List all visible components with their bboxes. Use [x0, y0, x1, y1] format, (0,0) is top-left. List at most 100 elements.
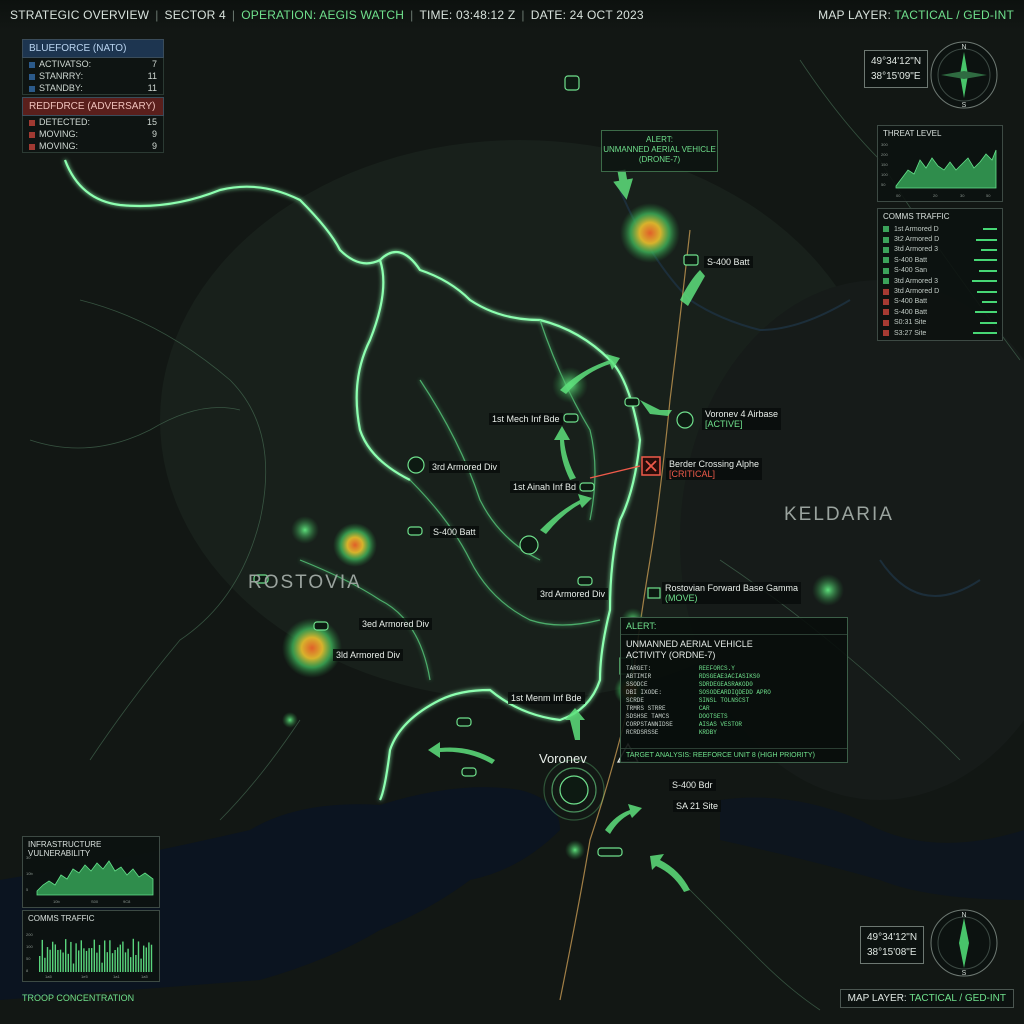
- comms-traffic-bar: [85, 950, 88, 972]
- longitude-readout: 38°15'08"E: [867, 947, 917, 958]
- map-label-inf-bottom[interactable]: 1st Menm Inf Bde: [508, 692, 585, 704]
- uav-alert-row: CORPSTANNIDSE AISAS VESTOR: [626, 721, 777, 729]
- comms-row-bar: [977, 290, 997, 293]
- threat-ytick: 200: [881, 152, 888, 157]
- uav-alert-key: CORPSTANNIDSE: [626, 721, 673, 728]
- comms-traffic-bar: [124, 952, 127, 972]
- comms-traffic-bar: [57, 949, 59, 972]
- redforce-row-label: MOVING:: [39, 141, 79, 151]
- comms-traffic-row: 3td Armored 3: [878, 245, 1002, 255]
- sector-label: SECTOR 4: [164, 8, 226, 22]
- region-rostovia: ROSTOVIA: [248, 572, 362, 593]
- comms-traffic-panel-left: COMMS TRAFFIC 200 100 50 8 1a5 1e5 1a1 1…: [22, 910, 160, 982]
- region-keldaria: KELDARIA: [784, 504, 894, 525]
- map-label-s400-bottom[interactable]: S-400 Bdr: [669, 779, 716, 791]
- compass-icon[interactable]: N S: [929, 908, 999, 978]
- map-label-armored-mid[interactable]: 3rd Armored Div: [537, 588, 609, 600]
- comms-traffic-bar: [88, 948, 90, 972]
- threat-ytick: 50: [881, 182, 886, 187]
- comms-row-swatch: [883, 319, 889, 326]
- drone-alert-line2: (DRONE-7): [638, 155, 681, 164]
- comms-traffic-bar: [46, 947, 49, 972]
- uav-alert-value: AISAS VESTOR: [698, 721, 743, 728]
- map-layer-footer[interactable]: MAP LAYER: TACTICAL / GED-INT: [839, 989, 1014, 1008]
- border-crossing-name: Berder Crossing Alphe: [669, 459, 760, 469]
- comms-row-label: 3td Armored 3: [894, 277, 938, 285]
- map-label-s400-top[interactable]: S-400 Batt: [704, 256, 753, 268]
- comms-traffic-row: S-400 Batt: [878, 255, 1002, 265]
- map-label-airbase[interactable]: Voronev 4 Airbase [ACTIVE]: [702, 408, 782, 430]
- comms-row-bar: [976, 238, 997, 241]
- comms-traffic-bar: [132, 938, 134, 972]
- compass-north-label: N: [961, 44, 966, 51]
- infra-xtick: 10b: [53, 899, 60, 904]
- uav-alert-title: UNMANNED AERIAL VEHICLE ACTIVITY (ORDNE-…: [621, 635, 847, 665]
- comms-row-swatch: [883, 236, 889, 243]
- force-status-panel: BLUEFORCE (NATO) ACTIVATSO: 7 STANRRY: 11 …: [22, 39, 164, 153]
- threat-ytick: 100: [881, 172, 888, 177]
- blueforce-row-value: 7: [151, 59, 157, 69]
- comms-left-xtick: 1a5: [45, 974, 52, 979]
- map-label-forward-base[interactable]: Rostovian Forward Base Gamma (MOVE): [662, 582, 802, 604]
- comms-row-label: 1st Armored D: [894, 225, 939, 233]
- infra-xtick: 9C8: [123, 899, 131, 904]
- comms-traffic-bar: [59, 949, 62, 972]
- map-label-s400-mid[interactable]: S-400 Batt: [430, 526, 479, 538]
- map-label-border-crossing[interactable]: Berder Crossing Alphe [CRITICAL]: [666, 458, 763, 480]
- map-label-mech-inf[interactable]: 1st Mech Inf Bde: [489, 413, 563, 425]
- comms-row-label: S-400 Batt: [894, 256, 928, 264]
- troop-concentration-label: TROOP CONCENTRATION: [22, 993, 135, 1003]
- comms-row-swatch: [883, 309, 889, 316]
- coordinates-readout-top: 49°34'12"N 38°15'09"E: [864, 50, 929, 88]
- comms-traffic-bar: [101, 962, 103, 972]
- infrastructure-vulnerability-panel: INFRASTRUCTURE VULNERABILITY 30 10b 5 10…: [22, 836, 160, 908]
- map-layer-selector[interactable]: MAP LAYER: TACTICAL / GED-INT: [818, 8, 1014, 22]
- comms-traffic-bar: [127, 948, 129, 972]
- comms-traffic-bar: [148, 942, 150, 972]
- threat-level-area: [895, 149, 997, 189]
- redforce-row: MOVING: 9: [22, 140, 164, 153]
- compass-south-label: S: [962, 970, 967, 977]
- redforce-row-label: MOVING:: [39, 129, 79, 139]
- map-label-armored-b[interactable]: 3ld Armored Div: [333, 649, 404, 661]
- comms-traffic-bar: [130, 957, 132, 972]
- map-label-armored-top[interactable]: 3rd Armored Div: [429, 461, 501, 473]
- redforce-row-label: DETECTED:: [39, 117, 91, 127]
- time-label: TIME: 03:48:12 Z: [419, 8, 516, 22]
- map-layer-value: TACTICAL / GED-INT: [909, 993, 1006, 1004]
- blueforce-row: STANRRY: 11: [22, 70, 164, 82]
- threat-xtick: 20: [933, 193, 938, 198]
- comms-row-swatch: [883, 246, 889, 253]
- comms-traffic-bar: [62, 952, 64, 972]
- comms-left-xtick: 1e5: [81, 974, 88, 979]
- blueforce-row-value: 11: [147, 83, 157, 93]
- map-layer-prefix: MAP LAYER:: [818, 8, 892, 22]
- uav-alert-value: RDSGEAE3ACIASIKS0: [698, 673, 761, 680]
- compass-icon[interactable]: N S: [929, 40, 999, 110]
- blueforce-row-label: STANDBY:: [39, 83, 83, 93]
- drone-alert-callout[interactable]: ALERT: UNMANNED AERIAL VEHICLE (DRONE-7): [601, 130, 718, 172]
- map-layer-value: TACTICAL / GED-INT: [894, 8, 1014, 22]
- comms-traffic-bar: [65, 939, 67, 972]
- uav-alert-panel[interactable]: ALERT: UNMANNED AERIAL VEHICLE ACTIVITY …: [620, 617, 848, 763]
- comms-traffic-bar: [109, 940, 111, 972]
- latitude-readout: 49°34'12"N: [871, 56, 922, 67]
- uav-alert-row: RCRDSRSSE KRDBY: [626, 729, 777, 737]
- map-label-sa21[interactable]: SA 21 Site: [673, 800, 722, 812]
- uav-alert-row: ABTIMIR RDSGEAE3ACIASIKS0: [626, 673, 777, 681]
- map-label-armored-a[interactable]: 3ed Armored Div: [359, 618, 433, 630]
- comms-row-swatch: [883, 330, 889, 337]
- comms-row-swatch: [883, 267, 889, 274]
- map-label-inf-bde[interactable]: 1st Ainah Inf Bd: [510, 481, 580, 493]
- uav-alert-value: SDRDEGEASRAKOD0: [698, 681, 753, 688]
- comms-row-bar: [983, 228, 997, 231]
- infrastructure-area: [36, 860, 154, 896]
- comms-traffic-row: S-400 San: [878, 266, 1002, 276]
- comms-row-label: S-400 Batt: [894, 308, 928, 316]
- uav-alert-key: ABTIMIR: [626, 673, 652, 680]
- comms-traffic-bar: [114, 949, 116, 972]
- uav-alert-row: SCRDE SINSL TOLNSCST: [626, 697, 777, 705]
- map-label-city[interactable]: Voronev: [536, 750, 590, 767]
- coordinates-readout-bottom: 49°34'12"N 38°15'08"E: [860, 926, 925, 964]
- uav-alert-row: TARGET: REEFORCS.Y: [626, 665, 777, 673]
